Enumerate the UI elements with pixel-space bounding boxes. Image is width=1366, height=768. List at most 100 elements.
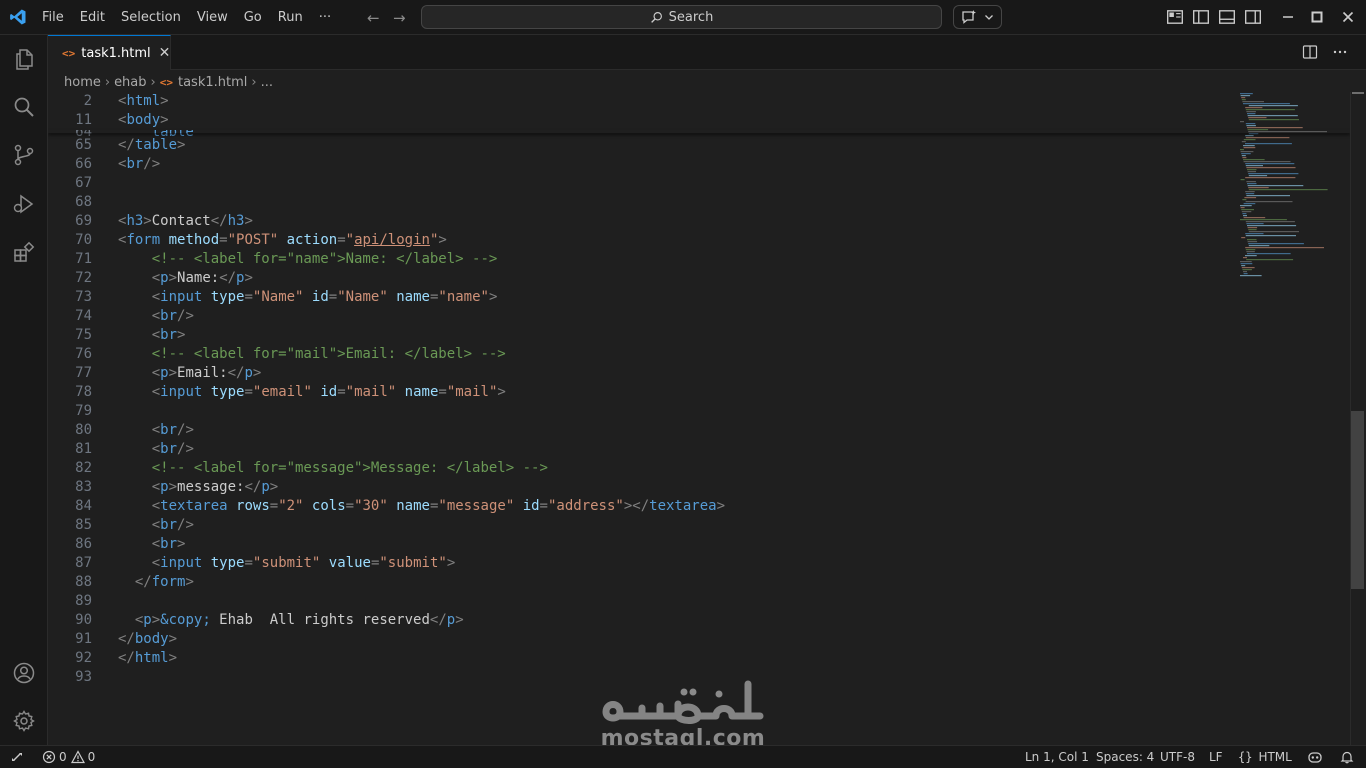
code-line[interactable]: 67 <box>48 174 1228 193</box>
close-icon <box>1342 11 1354 23</box>
minimap-line <box>1245 123 1256 125</box>
minimap-line <box>1245 255 1257 257</box>
code-line[interactable]: 70 <form method="POST" action="api/login"… <box>48 231 1228 250</box>
copilot-status[interactable] <box>1307 746 1326 768</box>
minimap-line <box>1243 161 1291 163</box>
scrollbar-thumb[interactable] <box>1351 411 1364 589</box>
menu-go[interactable]: Go <box>236 6 270 30</box>
minimap-line <box>1241 97 1246 99</box>
extensions-icon[interactable] <box>12 240 36 264</box>
explorer-files-icon[interactable] <box>12 47 36 71</box>
breadcrumb-symbol[interactable]: ... <box>261 75 273 90</box>
code-line[interactable]: 77 <p>Email:</p> <box>48 364 1228 383</box>
close-tab-icon[interactable]: ✕ <box>159 45 171 61</box>
source-control-icon[interactable] <box>12 143 36 167</box>
code-text: <!-- <label for="message">Message: </lab… <box>151 460 548 476</box>
copilot-icon <box>1308 752 1322 763</box>
minimap[interactable] <box>1238 92 1338 282</box>
code-line[interactable]: 78 <input type="email" id="mail" name="m… <box>48 383 1228 402</box>
menu-selection[interactable]: Selection <box>113 6 189 30</box>
end-of-line[interactable]: LF <box>1209 746 1223 768</box>
line-number: 93 <box>75 669 92 685</box>
customize-layout-icon[interactable] <box>1166 8 1184 26</box>
menu-view[interactable]: View <box>189 6 236 30</box>
run-and-debug-icon[interactable] <box>12 192 36 216</box>
minimap-line <box>1247 127 1303 129</box>
code-line[interactable]: 75 <br> <box>48 326 1228 345</box>
command-center-search[interactable]: Search <box>421 5 942 29</box>
back-arrow-icon[interactable]: ← <box>367 9 380 27</box>
toggle-primary-sidebar-icon[interactable] <box>1192 8 1210 26</box>
code-editor[interactable]: 64 table 65 </table> 66 <br/> 67 68 69 <h3>Conta… <box>48 92 1350 745</box>
more-actions-icon[interactable] <box>1332 44 1348 60</box>
code-line[interactable]: 84 <textarea rows="2" cols="30" name="me… <box>48 497 1228 516</box>
maximize-button[interactable] <box>1305 6 1329 28</box>
code-line[interactable]: 83 <p>message:</p> <box>48 478 1228 497</box>
code-line[interactable]: 65 </table> <box>48 136 1228 155</box>
line-number: 67 <box>75 175 92 191</box>
problems-indicator[interactable]: 0 0 <box>42 746 95 768</box>
minimap-line <box>1240 207 1245 209</box>
code-line[interactable]: 86 <br> <box>48 535 1228 554</box>
code-line[interactable]: 92 </html> <box>48 649 1228 668</box>
code-line[interactable]: 76 <!-- <label for="mail">Email: </label… <box>48 345 1228 364</box>
minimap-line <box>1242 213 1247 215</box>
code-line[interactable]: 71 <!-- <label for="name">Name: </label>… <box>48 250 1228 269</box>
sticky-scroll-line[interactable]: 2 <html> <box>48 92 1228 111</box>
menu-more[interactable]: ··· <box>311 6 339 30</box>
split-editor-icon[interactable] <box>1302 44 1318 60</box>
toggle-secondary-sidebar-icon[interactable] <box>1244 8 1262 26</box>
code-line[interactable]: 74 <br/> <box>48 307 1228 326</box>
minimap-line <box>1242 199 1247 201</box>
line-number: 78 <box>75 384 92 400</box>
line-number: 80 <box>75 422 92 438</box>
chevron-right-icon: › <box>104 74 111 90</box>
code-line[interactable]: 87 <input type="submit" value="submit"> <box>48 554 1228 573</box>
notifications[interactable] <box>1340 746 1357 768</box>
menu-edit[interactable]: Edit <box>72 6 113 30</box>
code-line[interactable]: 91 </body> <box>48 630 1228 649</box>
search-icon[interactable] <box>12 95 36 119</box>
menu-run[interactable]: Run <box>270 6 311 30</box>
language-mode[interactable]: {} HTML <box>1238 746 1292 768</box>
code-line[interactable]: 66 <br/> <box>48 155 1228 174</box>
copilot-chat-button[interactable] <box>953 5 1002 29</box>
breadcrumb-home[interactable]: home <box>64 75 101 90</box>
breadcrumb-ehab[interactable]: ehab <box>114 75 146 90</box>
close-window-button[interactable] <box>1336 6 1360 28</box>
minimap-line <box>1243 257 1247 259</box>
code-line[interactable]: 88 </form> <box>48 573 1228 592</box>
code-line[interactable]: 82 <!-- <label for="message">Message: </… <box>48 459 1228 478</box>
encoding[interactable]: UTF-8 <box>1160 746 1195 768</box>
code-text: <!-- <label for="name">Name: </label> --… <box>151 251 498 267</box>
minimap-line <box>1240 263 1253 265</box>
menu-file[interactable]: File <box>34 6 72 30</box>
code-line[interactable]: 79 <box>48 402 1228 421</box>
toggle-panel-icon[interactable] <box>1218 8 1236 26</box>
code-line[interactable]: 72 <p>Name:</p> <box>48 269 1228 288</box>
indentation[interactable]: Spaces: 4 <box>1096 746 1154 768</box>
code-line[interactable]: 80 <br/> <box>48 421 1228 440</box>
tab-task1-html[interactable]: <> task1.html ✕ <box>48 35 171 70</box>
code-text: </html> <box>118 650 178 666</box>
accounts-icon[interactable] <box>12 661 36 685</box>
remote-indicator[interactable] <box>10 746 27 768</box>
code-line[interactable]: 73 <input type="Name" id="Name" name="na… <box>48 288 1228 307</box>
minimap-line <box>1246 125 1256 127</box>
code-text: <p>message:</p> <box>151 479 279 495</box>
cursor-position[interactable]: Ln 1, Col 1 <box>1025 746 1089 768</box>
code-line[interactable]: 85 <br/> <box>48 516 1228 535</box>
minimize-button[interactable] <box>1276 6 1300 28</box>
sticky-scroll-line[interactable]: 11 <body> <box>48 111 1228 130</box>
manage-gear-icon[interactable] <box>12 709 36 733</box>
code-line[interactable]: 89 <box>48 592 1228 611</box>
code-line[interactable]: 68 <box>48 193 1228 212</box>
minimap-line <box>1243 273 1248 275</box>
code-line[interactable]: 81 <br/> <box>48 440 1228 459</box>
breadcrumb-file[interactable]: task1.html <box>178 75 247 90</box>
forward-arrow-icon[interactable]: → <box>393 9 406 27</box>
chevron-right-icon: › <box>251 74 257 90</box>
code-line[interactable]: 90 <p>&copy; Ehab All rights reserved</p… <box>48 611 1228 630</box>
code-line[interactable]: 69 <h3>Contact</h3> <box>48 212 1228 231</box>
minimap-line <box>1245 177 1296 179</box>
